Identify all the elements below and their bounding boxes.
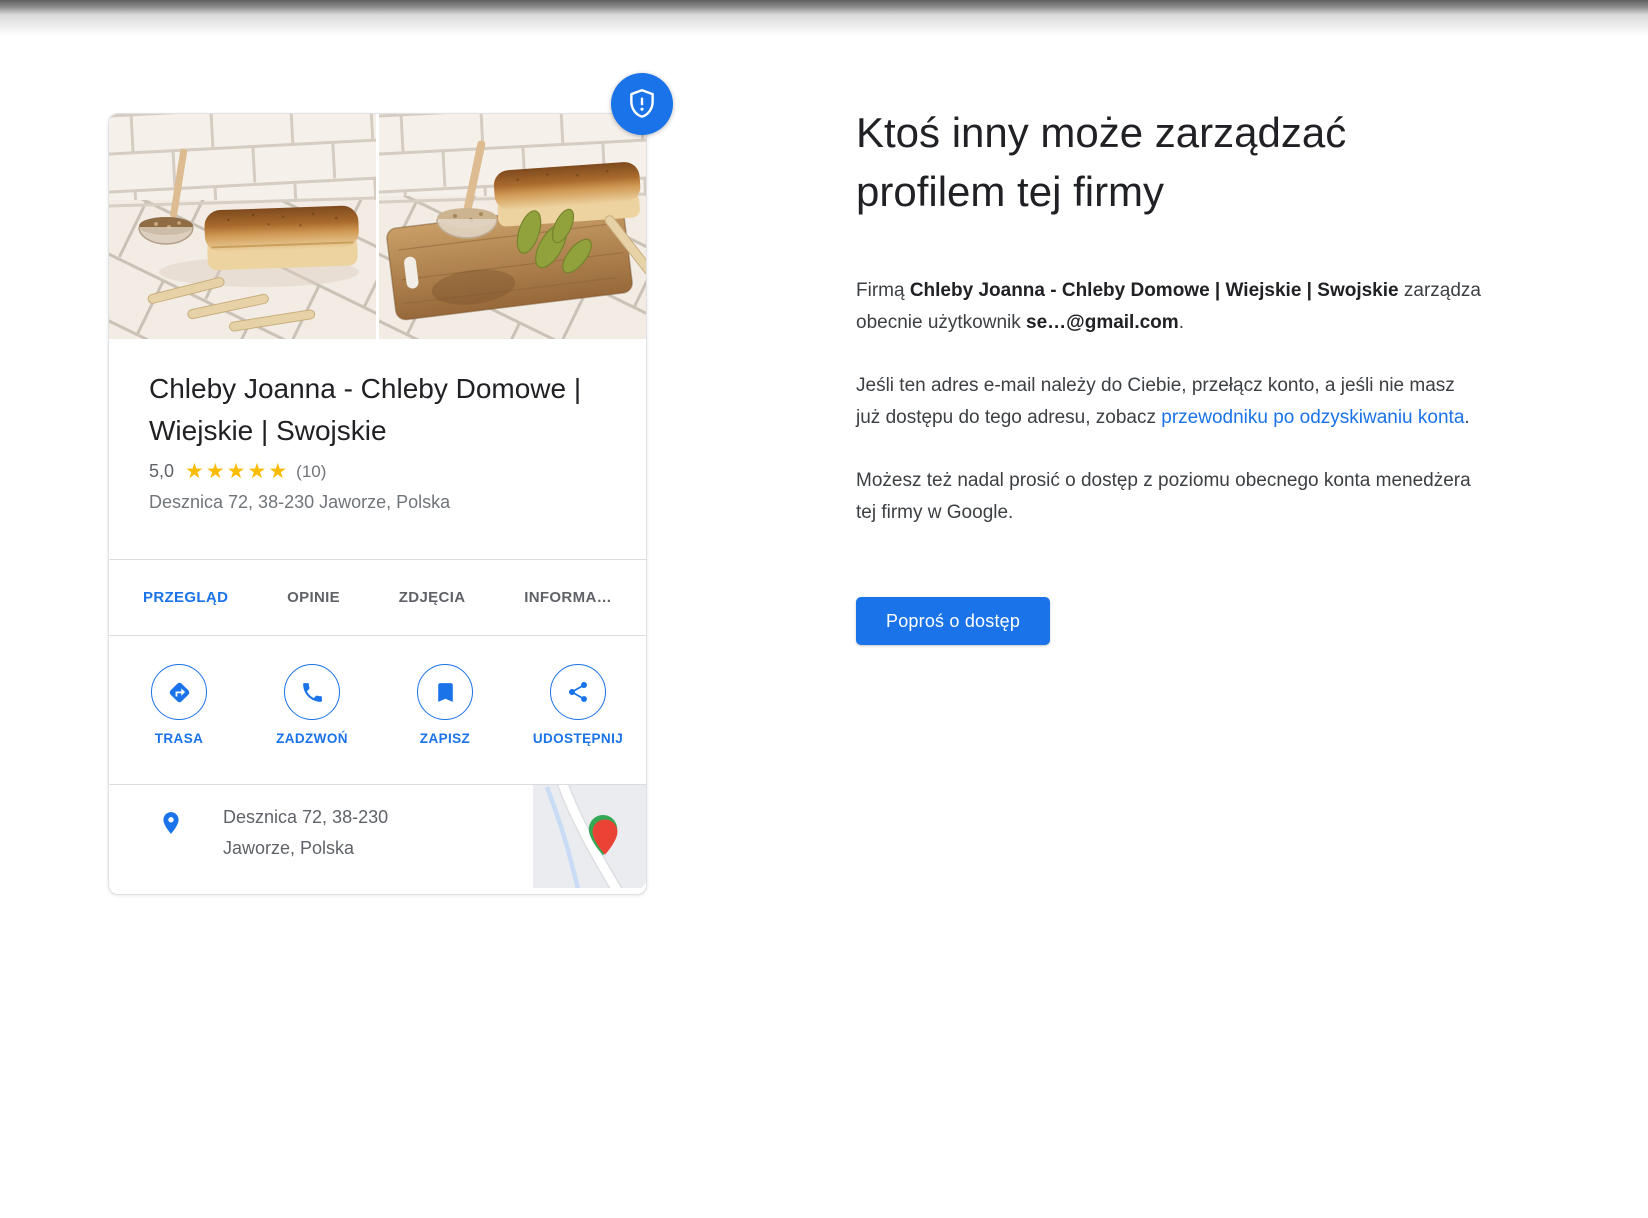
card-tabs: PRZEGLĄD OPINIE ZDJĘCIA INFORMA… — [109, 559, 646, 635]
profile-alert-badge[interactable] — [611, 73, 673, 135]
tab-przeglad[interactable]: PRZEGLĄD — [143, 589, 228, 606]
share-icon — [550, 664, 606, 720]
mini-map[interactable] — [533, 785, 646, 888]
manager-email: se…@gmail.com — [1026, 312, 1179, 333]
card-actions: TRASA ZADZWOŃ ZAPISZ UD — [109, 635, 646, 784]
business-address: Desznica 72, 38-230 Jaworze, Polska — [149, 489, 606, 515]
tab-zdjecia[interactable]: ZDJĘCIA — [399, 589, 466, 606]
tab-informacje[interactable]: INFORMA… — [524, 589, 612, 606]
rating-row[interactable]: 5,0 ★★★★★ (10) — [149, 461, 606, 482]
business-photo-bread-2[interactable] — [379, 114, 646, 339]
business-profile-card: Chleby Joanna - Chleby Domowe | Wiejskie… — [108, 113, 647, 895]
business-info: Chleby Joanna - Chleby Domowe | Wiejskie… — [109, 339, 646, 515]
directions-icon — [151, 664, 207, 720]
bread-loaf — [204, 205, 360, 270]
manage-profile-panel: Ktoś inny może zarządzać profilem tej fi… — [856, 103, 1516, 645]
location-row: Desznica 72, 38-230 Jaworze, Polska — [109, 784, 646, 889]
location-address: Desznica 72, 38-230 Jaworze, Polska — [223, 802, 433, 864]
account-recovery-link[interactable]: przewodniku po odzyskiwaniu konta — [1161, 407, 1464, 428]
p1-suffix: . — [1179, 312, 1184, 333]
business-name: Chleby Joanna - Chleby Domowe | Wiejskie… — [149, 368, 606, 452]
shield-alert-icon — [625, 87, 659, 121]
top-toolbar-shadow — [0, 0, 1648, 38]
save-button[interactable]: ZAPISZ — [399, 664, 491, 784]
request-access-paragraph: Możesz też nadal prosić o dostęp z pozio… — [856, 465, 1478, 529]
phone-icon — [284, 664, 340, 720]
bookmark-icon — [417, 664, 473, 720]
tab-opinie[interactable]: OPINIE — [287, 589, 340, 606]
request-access-button[interactable]: Poproś o dostęp — [856, 597, 1050, 645]
place-pin-icon — [158, 808, 184, 843]
star-rating-icons: ★★★★★ — [185, 461, 289, 482]
page-title: Ktoś inny może zarządzać profilem tej fi… — [856, 103, 1506, 221]
review-count: (10) — [296, 462, 326, 482]
current-manager-paragraph: Firmą Chleby Joanna - Chleby Domowe | Wi… — [856, 275, 1516, 339]
directions-button[interactable]: TRASA — [133, 664, 225, 784]
p1-prefix: Firmą — [856, 280, 910, 301]
p2-suffix: . — [1464, 407, 1469, 428]
recovery-paragraph: Jeśli ten adres e-mail należy do Ciebie,… — [856, 370, 1478, 434]
share-button[interactable]: UDOSTĘPNIJ — [532, 664, 624, 784]
rating-value: 5,0 — [149, 461, 174, 482]
business-photo-bread-1[interactable] — [109, 114, 376, 339]
p1-business-name: Chleby Joanna - Chleby Domowe | Wiejskie… — [910, 280, 1399, 301]
call-button[interactable]: ZADZWOŃ — [266, 664, 358, 784]
business-photos — [109, 114, 646, 339]
